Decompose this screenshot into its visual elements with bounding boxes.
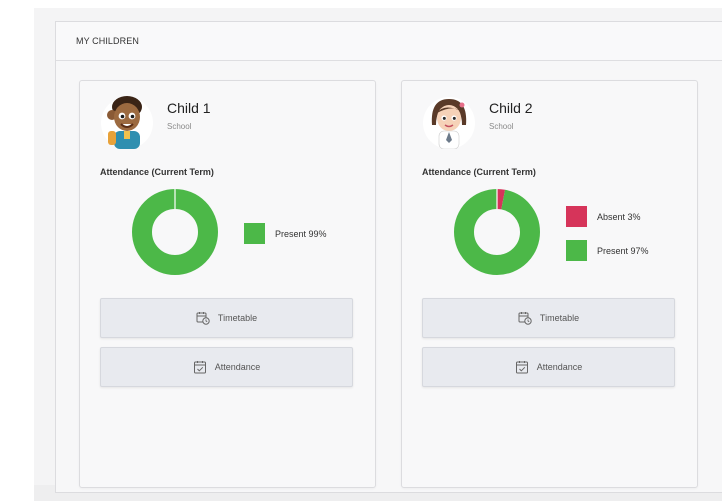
attendance-donut-chart bbox=[132, 189, 218, 275]
legend-swatch-present bbox=[566, 240, 587, 261]
calendar-clock-icon bbox=[196, 312, 210, 325]
child-name: Child 1 bbox=[167, 100, 211, 116]
attendance-label: Attendance bbox=[214, 362, 261, 372]
attendance-title: Attendance (Current Term) bbox=[100, 167, 214, 177]
timetable-button[interactable]: Timetable bbox=[422, 298, 675, 338]
panel-title: MY CHILDREN bbox=[76, 36, 139, 46]
timetable-label: Timetable bbox=[217, 313, 258, 323]
calendar-clock-icon bbox=[518, 312, 532, 325]
child-name: Child 2 bbox=[489, 100, 533, 116]
legend-item-absent: Absent 3% bbox=[566, 206, 641, 227]
attendance-title: Attendance (Current Term) bbox=[422, 167, 536, 177]
timetable-button[interactable]: Timetable bbox=[100, 298, 353, 338]
timetable-label: Timetable bbox=[539, 313, 580, 323]
calendar-check-icon bbox=[515, 361, 528, 374]
legend-swatch-present bbox=[244, 223, 265, 244]
attendance-button[interactable]: Attendance bbox=[422, 347, 675, 387]
legend-label-absent: Absent 3% bbox=[597, 211, 641, 222]
attendance-label: Attendance bbox=[536, 362, 583, 372]
legend-swatch-absent bbox=[566, 206, 587, 227]
legend-label-present: Present 99% bbox=[275, 228, 327, 239]
legend-label-present: Present 97% bbox=[597, 245, 649, 256]
donut-segments bbox=[454, 189, 540, 275]
legend-item-present: Present 99% bbox=[244, 223, 327, 244]
child-school: School bbox=[167, 122, 192, 131]
child-card-1: Child 1 School Attendance (Current Term)… bbox=[79, 80, 376, 488]
child-card-2: Child 2 School Attendance (Current Term)… bbox=[401, 80, 698, 488]
legend-item-present: Present 97% bbox=[566, 240, 649, 261]
attendance-donut-chart bbox=[454, 189, 540, 275]
donut-segments bbox=[132, 189, 218, 275]
boy-avatar-icon bbox=[101, 96, 153, 149]
calendar-check-icon bbox=[193, 361, 206, 374]
child-school: School bbox=[489, 122, 514, 131]
panel-header: MY CHILDREN bbox=[56, 22, 722, 61]
girl-avatar-icon bbox=[423, 97, 475, 149]
attendance-button[interactable]: Attendance bbox=[100, 347, 353, 387]
